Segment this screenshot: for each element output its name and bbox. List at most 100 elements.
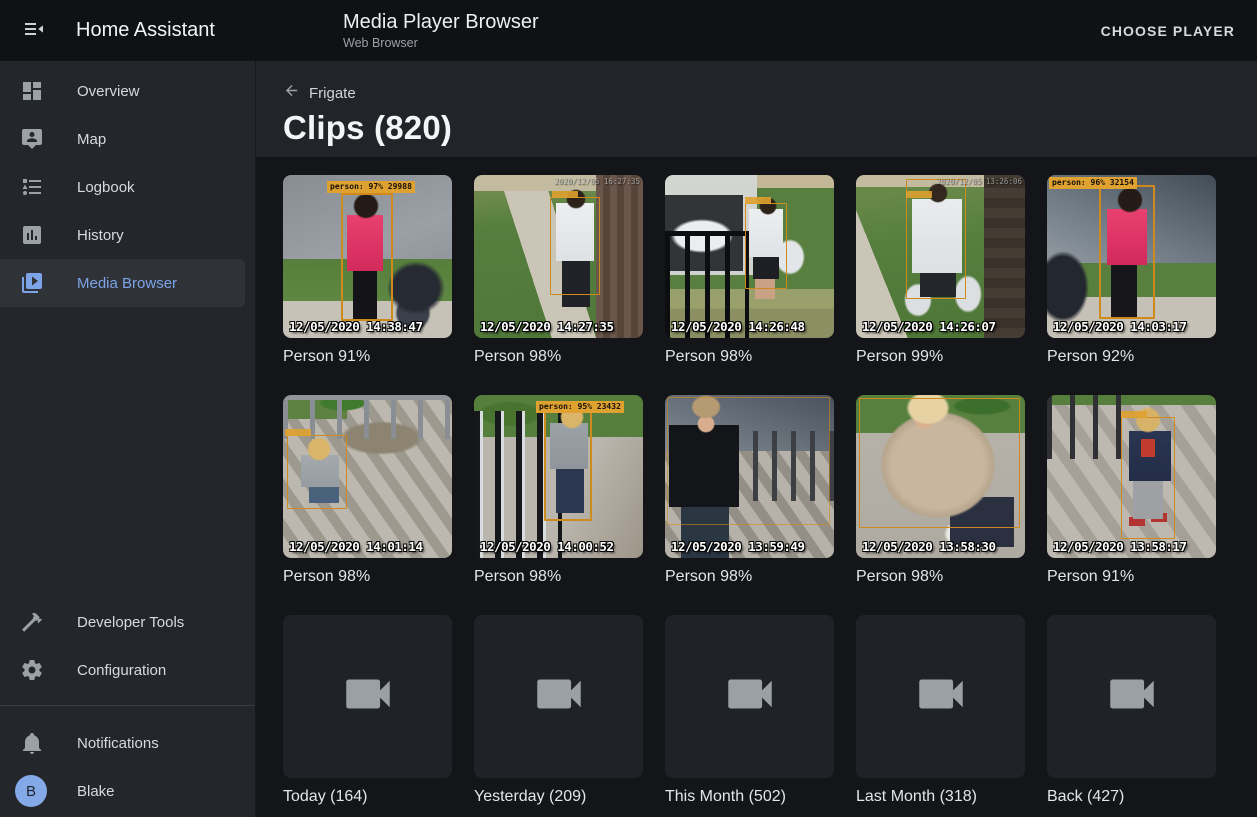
topbar-title-block: Media Player Browser Web Browser <box>343 10 539 51</box>
sidebar-item-overview[interactable]: Overview <box>0 67 245 115</box>
detection-label: person: 97% 29988 <box>327 181 415 193</box>
folder-caption: Yesterday (209) <box>474 787 643 807</box>
detection-bbox <box>550 197 600 295</box>
page-title: Media Player Browser <box>343 10 539 34</box>
timestamp-overlay: 12/05/2020 13:58:17 <box>1053 539 1187 554</box>
folder-thumbnail <box>856 615 1025 778</box>
clip-caption: Person 98% <box>474 567 643 587</box>
cog-icon <box>20 658 44 682</box>
video-camera-icon <box>1103 665 1161 728</box>
video-camera-icon <box>530 665 588 728</box>
content-header: Frigate Clips (820) <box>256 61 1257 157</box>
sidebar-item-history[interactable]: History <box>0 211 245 259</box>
app-title: Home Assistant <box>76 19 215 42</box>
clip-item[interactable]: 12/05/2020 13:59:49 Person 98% <box>665 395 834 587</box>
sidebar-item-notifications[interactable]: Notifications <box>0 719 245 767</box>
sidebar-footer-items: Developer Tools Configuration <box>0 598 255 694</box>
detection-bbox <box>1121 417 1175 539</box>
sidebar-item-label: Overview <box>77 83 140 100</box>
clip-thumbnail: 12/05/2020 14:26:48 <box>665 175 834 338</box>
timestamp-overlay: 12/05/2020 14:38:47 <box>289 319 423 334</box>
folder-item-yesterday-209[interactable]: Yesterday (209) <box>474 615 643 807</box>
clip-thumbnail: 2020/12/05 13:26:06 12/05/2020 14:26:07 <box>856 175 1025 338</box>
folder-item-back-427[interactable]: Back (427) <box>1047 615 1216 807</box>
clip-caption: Person 92% <box>1047 347 1216 367</box>
clip-item[interactable]: 2020/12/05 16:27:35 12/05/2020 14:27:35 … <box>474 175 643 367</box>
tooltip-account-icon <box>20 127 44 151</box>
timestamp-overlay: 12/05/2020 14:27:35 <box>480 319 614 334</box>
clip-caption: Person 98% <box>856 567 1025 587</box>
sidebar-item-label: Notifications <box>77 735 159 752</box>
clip-item[interactable]: 12/05/2020 13:58:17 Person 91% <box>1047 395 1216 587</box>
sidebar: Overview Map Logbook History Media Brows… <box>0 61 256 817</box>
timestamp-overlay: 12/05/2020 14:26:07 <box>862 319 996 334</box>
timestamp-overlay: 12/05/2020 13:58:30 <box>862 539 996 554</box>
chart-box-icon <box>20 223 44 247</box>
clip-thumbnail: 12/05/2020 13:58:17 <box>1047 395 1216 558</box>
avatar: B <box>15 775 47 807</box>
folder-caption: Last Month (318) <box>856 787 1025 807</box>
detection-label-small <box>285 429 311 436</box>
video-camera-icon <box>339 665 397 728</box>
clip-item[interactable]: 12/05/2020 14:01:14 Person 98% <box>283 395 452 587</box>
detection-label: person: 96% 32154 <box>1049 177 1137 189</box>
detection-bbox <box>1099 185 1155 319</box>
folder-item-today-164[interactable]: Today (164) <box>283 615 452 807</box>
folder-item-this-month-502[interactable]: This Month (502) <box>665 615 834 807</box>
sidebar-item-label: Configuration <box>77 662 166 679</box>
clip-caption: Person 98% <box>665 347 834 367</box>
sidebar-item-user[interactable]: B Blake <box>0 767 255 815</box>
clip-item[interactable]: person: 97% 29988 12/05/2020 14:38:47 Pe… <box>283 175 452 367</box>
detection-label-small <box>552 191 578 198</box>
play-box-multiple-icon <box>20 271 44 295</box>
breadcrumb[interactable]: Frigate <box>283 82 356 104</box>
clip-thumbnail: 12/05/2020 13:58:30 <box>856 395 1025 558</box>
arrow-left-icon <box>283 82 300 104</box>
user-name-label: Blake <box>77 783 115 800</box>
clip-item[interactable]: 12/05/2020 14:26:48 Person 98% <box>665 175 834 367</box>
topbar-left-section: Home Assistant <box>0 17 256 45</box>
detection-label-small <box>906 191 932 198</box>
app-root: Home Assistant Media Player Browser Web … <box>0 0 1257 817</box>
folder-caption: This Month (502) <box>665 787 834 807</box>
camera-osd-timestamp: 2020/12/05 13:26:06 <box>936 177 1022 186</box>
timestamp-overlay: 12/05/2020 14:03:17 <box>1053 319 1187 334</box>
sidebar-item-configuration[interactable]: Configuration <box>0 646 245 694</box>
sidebar-item-media-browser[interactable]: Media Browser <box>0 259 245 307</box>
sidebar-item-label: Map <box>77 131 106 148</box>
page-heading: Clips (820) <box>283 109 1257 147</box>
clip-caption: Person 98% <box>474 347 643 367</box>
clip-thumbnail: person: 95% 23432 12/05/2020 14:00:52 <box>474 395 643 558</box>
sidebar-item-label: History <box>77 227 124 244</box>
sidebar-toggle-button[interactable] <box>20 17 48 45</box>
sidebar-divider <box>0 705 255 706</box>
clip-caption: Person 91% <box>1047 567 1216 587</box>
sidebar-item-map[interactable]: Map <box>0 115 245 163</box>
clip-caption: Person 91% <box>283 347 452 367</box>
menu-open-icon <box>22 17 46 44</box>
folder-thumbnail <box>283 615 452 778</box>
bell-icon <box>20 731 44 755</box>
sidebar-item-label: Media Browser <box>77 275 177 292</box>
timestamp-overlay: 12/05/2020 14:00:52 <box>480 539 614 554</box>
clip-thumbnail: 12/05/2020 14:01:14 <box>283 395 452 558</box>
detection-label: person: 95% 23432 <box>536 401 624 413</box>
hammer-icon <box>20 610 44 634</box>
timestamp-overlay: 12/05/2020 14:01:14 <box>289 539 423 554</box>
clip-thumbnail: person: 97% 29988 12/05/2020 14:38:47 <box>283 175 452 338</box>
media-grid: person: 97% 29988 12/05/2020 14:38:47 Pe… <box>283 175 1257 807</box>
detection-bbox <box>287 435 347 509</box>
folder-item-last-month-318[interactable]: Last Month (318) <box>856 615 1025 807</box>
choose-player-button[interactable]: CHOOSE PLAYER <box>1089 13 1247 49</box>
clip-item[interactable]: person: 96% 32154 12/05/2020 14:03:17 Pe… <box>1047 175 1216 367</box>
sidebar-item-logbook[interactable]: Logbook <box>0 163 245 211</box>
clip-item[interactable]: 12/05/2020 13:58:30 Person 98% <box>856 395 1025 587</box>
app-shell: Overview Map Logbook History Media Brows… <box>0 61 1257 817</box>
clip-caption: Person 98% <box>283 567 452 587</box>
sidebar-item-developer-tools[interactable]: Developer Tools <box>0 598 245 646</box>
video-camera-icon <box>721 665 779 728</box>
clip-item[interactable]: 2020/12/05 13:26:06 12/05/2020 14:26:07 … <box>856 175 1025 367</box>
page-subtitle: Web Browser <box>343 35 539 51</box>
main-content: Frigate Clips (820) person: 97% 29988 12… <box>256 61 1257 817</box>
clip-item[interactable]: person: 95% 23432 12/05/2020 14:00:52 Pe… <box>474 395 643 587</box>
